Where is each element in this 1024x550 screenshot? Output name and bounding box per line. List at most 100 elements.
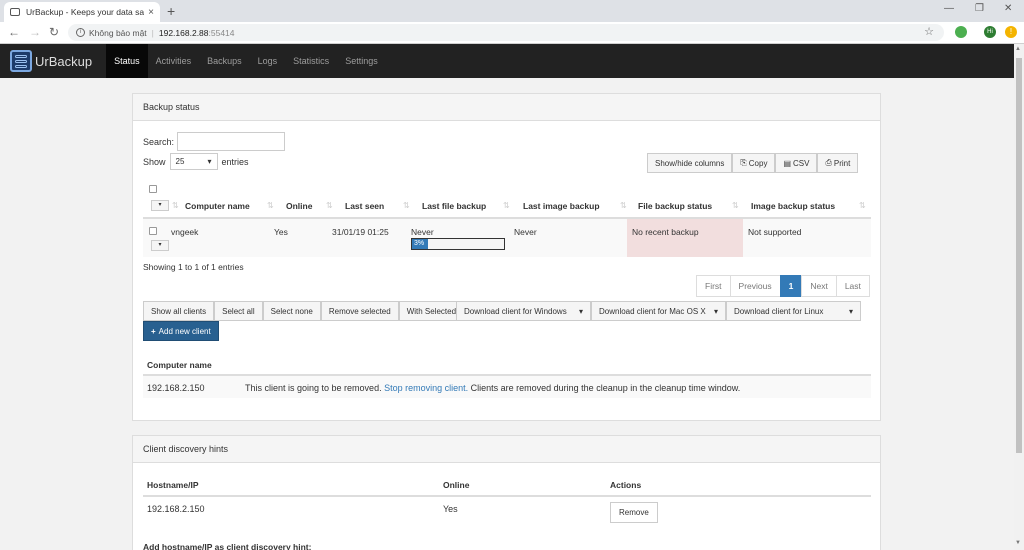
download-buttons: Download client for Windows ▾ Download c… <box>456 301 861 321</box>
copy-button[interactable]: ⎘ Copy <box>732 153 776 173</box>
download-windows-button[interactable]: Download client for Windows ▾ <box>456 301 591 321</box>
sort-icon[interactable]: ⇅ <box>503 201 510 210</box>
add-new-client-button[interactable]: + Add new client <box>143 321 219 341</box>
bookmark-star-icon[interactable]: ☆ <box>924 25 934 38</box>
select-none-button[interactable]: Select none <box>262 301 321 321</box>
copy-icon: ⎘ <box>740 158 747 167</box>
search-label: Search: <box>143 136 175 147</box>
add-new-client-label: Add new client <box>158 326 211 336</box>
minimize-icon[interactable]: — <box>944 3 954 14</box>
print-button[interactable]: ⎙ Print <box>817 153 859 173</box>
sort-icon[interactable]: ⇅ <box>859 201 866 210</box>
panel-title: Backup status <box>133 94 880 121</box>
info-icon[interactable]: i <box>76 28 85 37</box>
show-label: Show <box>143 156 166 167</box>
plus-icon: + <box>151 326 156 336</box>
back-icon[interactable]: ← <box>8 25 20 39</box>
page-first[interactable]: First <box>696 275 731 297</box>
row-dropdown-button[interactable]: ▾ <box>151 240 169 251</box>
nav-backups[interactable]: Backups <box>199 44 250 78</box>
insecure-label: Không bảo mật <box>89 27 147 38</box>
sort-icon[interactable]: ⇅ <box>620 201 627 210</box>
page-scrollbar[interactable]: ▲ ▼ <box>1014 44 1024 550</box>
new-tab-icon[interactable]: + <box>167 3 175 19</box>
scroll-down-icon[interactable]: ▼ <box>1015 540 1021 546</box>
urbackup-logo-icon <box>10 50 32 72</box>
row-checkbox[interactable] <box>149 227 157 235</box>
nav-status[interactable]: Status <box>106 44 148 78</box>
entries-label: entries <box>221 156 249 167</box>
removal-table-row: 192.168.2.150 This client is going to be… <box>143 376 871 398</box>
stop-removing-link[interactable]: Stop removing client. <box>384 383 468 393</box>
progress-fill: 3% <box>412 239 428 249</box>
csv-label: CSV <box>793 158 810 168</box>
reload-icon[interactable]: ↻ <box>49 25 59 39</box>
header-dropdown-button[interactable]: ▾ <box>151 200 169 211</box>
restore-icon[interactable]: ❐ <box>975 3 984 14</box>
page-favicon-icon <box>10 8 20 16</box>
browser-tab[interactable]: UrBackup - Keeps your data safe × <box>4 2 160 22</box>
update-alert-icon[interactable]: ! <box>1005 26 1017 38</box>
cell-computer-name: vngeek <box>171 227 199 237</box>
page-previous[interactable]: Previous <box>729 275 781 297</box>
forward-icon[interactable]: → <box>29 25 41 39</box>
hint-online: Yes <box>443 504 458 514</box>
download-linux-button[interactable]: Download client for Linux ▾ <box>726 301 861 321</box>
url-separator: | <box>151 27 154 38</box>
page-last[interactable]: Last <box>835 275 870 297</box>
col-online[interactable]: Online <box>286 201 312 211</box>
cell-last-file-backup: Never <box>411 227 434 237</box>
csv-button[interactable]: ▤ CSV <box>775 153 818 173</box>
col-last-file-backup[interactable]: Last file backup <box>422 201 486 211</box>
copy-label: Copy <box>748 158 768 168</box>
table-row[interactable]: ▾ vngeek Yes 31/01/19 01:25 Never 3% Nev… <box>143 219 871 257</box>
select-all-checkbox[interactable] <box>149 185 157 193</box>
chevron-down-icon: ▾ <box>207 157 212 166</box>
print-label: Print <box>833 158 851 168</box>
col-file-backup-status[interactable]: File backup status <box>638 201 712 211</box>
col-image-backup-status[interactable]: Image backup status <box>751 201 835 211</box>
search-input[interactable] <box>177 132 286 151</box>
sort-icon[interactable]: ⇅ <box>326 201 333 210</box>
show-all-clients-button[interactable]: Show all clients <box>143 301 215 321</box>
brand[interactable]: UrBackup <box>10 50 92 72</box>
sort-icon[interactable]: ⇅ <box>172 201 179 210</box>
remove-selected-button[interactable]: Remove selected <box>320 301 399 321</box>
col-last-image-backup[interactable]: Last image backup <box>523 201 600 211</box>
print-icon: ⎙ <box>825 158 832 167</box>
download-macos-button[interactable]: Download client for Mac OS X ▾ <box>591 301 726 321</box>
caret-down-icon: ▾ <box>848 306 853 316</box>
nav-logs[interactable]: Logs <box>250 44 286 78</box>
export-buttons: Show/hide columns ⎘ Copy ▤ CSV ⎙ Print <box>647 153 859 173</box>
extension-icon[interactable] <box>955 26 967 38</box>
scroll-up-icon[interactable]: ▲ <box>1015 46 1021 52</box>
page-1[interactable]: 1 <box>779 275 803 297</box>
removal-text-after: Clients are removed during the cleanup i… <box>468 383 741 393</box>
nav-statistics[interactable]: Statistics <box>285 44 337 78</box>
close-tab-icon[interactable]: × <box>148 7 154 18</box>
sort-icon[interactable]: ⇅ <box>732 201 739 210</box>
backup-status-table: ▾ ⇅ Computer name ⇅ Online ⇅ Last seen ⇅… <box>143 182 871 257</box>
col-computer-name[interactable]: Computer name <box>185 201 250 211</box>
nav-activities[interactable]: Activities <box>148 44 200 78</box>
page-length-value: 25 <box>175 157 185 166</box>
sort-icon[interactable]: ⇅ <box>403 201 410 210</box>
download-macos-label: Download client for Mac OS X <box>599 306 706 316</box>
page-next[interactable]: Next <box>801 275 837 297</box>
caret-down-icon: ▾ <box>578 306 583 316</box>
col-last-seen[interactable]: Last seen <box>345 201 384 211</box>
close-window-icon[interactable]: ✕ <box>1004 3 1012 14</box>
scroll-thumb[interactable] <box>1016 58 1022 453</box>
show-hide-columns-button[interactable]: Show/hide columns <box>647 153 733 173</box>
address-bar[interactable]: i Không bảo mật | 192.168.2.88 :55414 ☆ <box>68 24 944 41</box>
nav-settings[interactable]: Settings <box>337 44 386 78</box>
select-all-button[interactable]: Select all <box>214 301 263 321</box>
backup-progress-bar: 3% <box>411 238 505 250</box>
sort-icon[interactable]: ⇅ <box>267 201 274 210</box>
remove-hint-button[interactable]: Remove <box>610 502 658 523</box>
brand-name: UrBackup <box>35 53 93 69</box>
url-port: :55414 <box>208 27 235 38</box>
page-length-select[interactable]: 25 ▾ <box>169 153 218 170</box>
profile-avatar[interactable]: Hi <box>984 26 996 38</box>
page-length-row: Show 25 ▾ entries <box>143 153 249 170</box>
